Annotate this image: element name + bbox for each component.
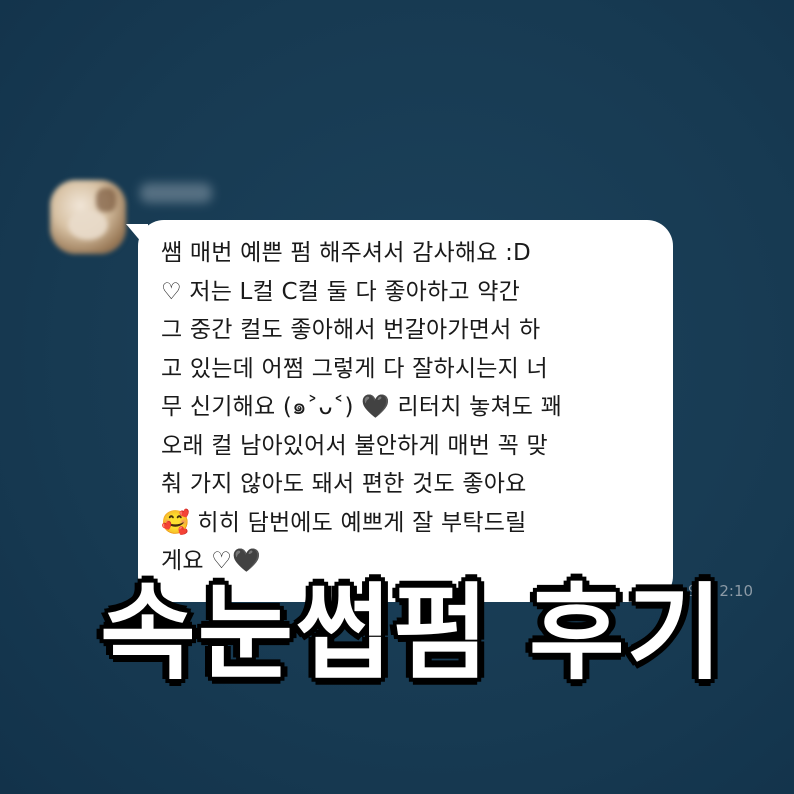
- message-line: 쌤 매번 예쁜 펌 해주셔서 감사해요 :D: [161, 240, 531, 266]
- chat-screen: 쌤 매번 예쁜 펌 해주셔서 감사해요 :D ♡ 저는 L컬 C컬 둘 다 좋아…: [0, 0, 794, 794]
- message-line: 춰 가지 않아도 돼서 편한 것도 좋아요: [161, 471, 527, 497]
- message-line: 🥰 히히 담번에도 예쁘게 잘 부탁드릴: [161, 509, 527, 536]
- message-text: 쌤 매번 예쁜 펌 해주셔서 감사해요 :D ♡ 저는 L컬 C컬 둘 다 좋아…: [161, 234, 661, 581]
- sender-name-blurred: [140, 183, 212, 203]
- message-line: ♡ 저는 L컬 C컬 둘 다 좋아하고 약간: [161, 278, 520, 305]
- message-line: 오래 컬 남아있어서 불안하게 매번 꼭 맞: [161, 432, 548, 459]
- message-line: 그 중간 컬도 좋아해서 번갈아가면서 하: [161, 317, 541, 343]
- overlay-headline: 속눈썹펌 후기: [98, 570, 725, 697]
- message-line: 무 신기해요 (๑˃ᴗ˂) 🖤 리터치 놓쳐도 꽤: [161, 394, 563, 420]
- sender-avatar[interactable]: [50, 180, 126, 254]
- message-line: 고 있는데 어쩜 그렇게 다 잘하시는지 너: [161, 355, 548, 382]
